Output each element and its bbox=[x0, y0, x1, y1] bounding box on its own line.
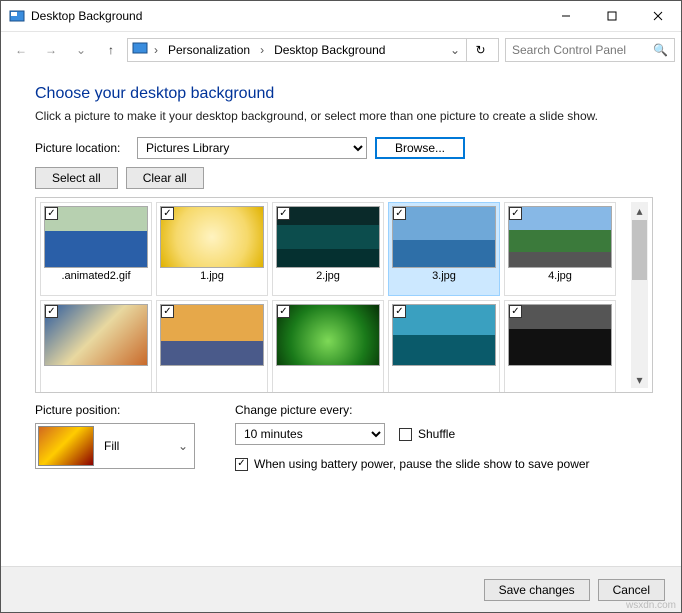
thumb-checkbox[interactable]: ✓ bbox=[509, 207, 522, 220]
thumb-caption: 2.jpg bbox=[276, 270, 380, 282]
thumb-caption: .animated2.gif bbox=[44, 270, 148, 282]
maximize-button[interactable] bbox=[589, 1, 635, 31]
thumb-checkbox[interactable]: ✓ bbox=[393, 305, 406, 318]
thumbnail-grid-container: ✓.animated2.gif✓1.jpg✓2.jpg✓3.jpg✓4.jpg✓… bbox=[35, 197, 653, 393]
thumbnail-item[interactable]: ✓ bbox=[40, 300, 152, 393]
app-icon bbox=[9, 8, 25, 24]
battery-label: When using battery power, pause the slid… bbox=[254, 457, 590, 471]
recent-dropdown[interactable]: ⌄ bbox=[67, 36, 95, 64]
thumb-checkbox[interactable]: ✓ bbox=[509, 305, 522, 318]
checkbox-icon: ✓ bbox=[235, 458, 248, 471]
content: Choose your desktop background Click a p… bbox=[1, 67, 681, 566]
thumb-caption: 1.jpg bbox=[160, 270, 264, 282]
picture-position-value: Fill bbox=[94, 439, 174, 453]
thumb-checkbox[interactable]: ✓ bbox=[45, 305, 58, 318]
thumb-image bbox=[276, 206, 380, 268]
thumbnail-grid: ✓.animated2.gif✓1.jpg✓2.jpg✓3.jpg✓4.jpg✓… bbox=[40, 202, 631, 388]
battery-checkbox[interactable]: ✓ When using battery power, pause the sl… bbox=[235, 457, 590, 471]
close-button[interactable] bbox=[635, 1, 681, 31]
thumbnail-item[interactable]: ✓ 3.jpg bbox=[388, 202, 500, 296]
thumbnail-item[interactable]: ✓ 1.jpg bbox=[156, 202, 268, 296]
chevron-down-icon: ⌄ bbox=[174, 439, 192, 453]
picture-location-label: Picture location: bbox=[35, 141, 129, 155]
window-title: Desktop Background bbox=[31, 9, 543, 23]
search-icon: 🔍 bbox=[653, 43, 668, 57]
picture-position-select[interactable]: Fill ⌄ bbox=[35, 423, 195, 469]
clear-all-button[interactable]: Clear all bbox=[126, 167, 204, 189]
scroll-thumb[interactable] bbox=[632, 220, 647, 280]
forward-button[interactable]: → bbox=[37, 36, 65, 64]
search-placeholder: Search Control Panel bbox=[512, 43, 626, 57]
watermark: wsxdn.com bbox=[626, 600, 676, 611]
up-button[interactable]: ↑ bbox=[97, 36, 125, 64]
position-preview-icon bbox=[38, 426, 94, 466]
scroll-up-button[interactable]: ▴ bbox=[631, 202, 648, 219]
window: Desktop Background ← → ⌄ ↑ › Personaliza… bbox=[0, 0, 682, 613]
thumbnail-item[interactable]: ✓ .animated2.gif bbox=[40, 202, 152, 296]
breadcrumb-seg-1[interactable]: Desktop Background bbox=[270, 43, 389, 57]
thumb-image bbox=[44, 206, 148, 268]
cancel-button[interactable]: Cancel bbox=[598, 579, 665, 601]
thumbnail-item[interactable]: ✓ 4.jpg bbox=[504, 202, 616, 296]
thumb-caption: 3.jpg bbox=[392, 270, 496, 282]
titlebar: Desktop Background bbox=[1, 1, 681, 31]
minimize-button[interactable] bbox=[543, 1, 589, 31]
address-bar[interactable]: › Personalization › Desktop Background ⌄… bbox=[127, 38, 499, 62]
picture-location-select[interactable]: Pictures Library bbox=[137, 137, 367, 159]
thumb-checkbox[interactable]: ✓ bbox=[393, 207, 406, 220]
thumb-caption: 4.jpg bbox=[508, 270, 612, 282]
thumb-checkbox[interactable]: ✓ bbox=[277, 207, 290, 220]
thumb-checkbox[interactable]: ✓ bbox=[45, 207, 58, 220]
thumb-image bbox=[160, 304, 264, 366]
change-every-select[interactable]: 10 minutes bbox=[235, 423, 385, 445]
search-input[interactable]: Search Control Panel 🔍 bbox=[505, 38, 675, 62]
back-button[interactable]: ← bbox=[7, 36, 35, 64]
thumb-checkbox[interactable]: ✓ bbox=[161, 207, 174, 220]
picture-position-label: Picture position: bbox=[35, 403, 195, 417]
checkbox-icon bbox=[399, 428, 412, 441]
change-every-label: Change picture every: bbox=[235, 403, 590, 417]
thumbnail-item[interactable]: ✓ bbox=[272, 300, 384, 393]
chevron-right-icon: › bbox=[258, 43, 266, 57]
thumbnail-item[interactable]: ✓ bbox=[388, 300, 500, 393]
thumb-image bbox=[392, 206, 496, 268]
thumb-checkbox[interactable]: ✓ bbox=[161, 305, 174, 318]
thumb-image bbox=[508, 206, 612, 268]
page-heading: Choose your desktop background bbox=[35, 85, 653, 103]
thumb-checkbox[interactable]: ✓ bbox=[277, 305, 290, 318]
refresh-button[interactable]: ↻ bbox=[466, 38, 494, 62]
shuffle-checkbox[interactable]: Shuffle bbox=[399, 427, 455, 441]
page-description: Click a picture to make it your desktop … bbox=[35, 109, 653, 123]
thumbnail-item[interactable]: ✓ bbox=[504, 300, 616, 393]
scrollbar[interactable]: ▴ ▾ bbox=[631, 202, 648, 388]
thumbnail-item[interactable]: ✓ 2.jpg bbox=[272, 202, 384, 296]
scroll-down-button[interactable]: ▾ bbox=[631, 371, 648, 388]
thumbnail-item[interactable]: ✓ bbox=[156, 300, 268, 393]
thumb-image bbox=[508, 304, 612, 366]
breadcrumb-seg-0[interactable]: Personalization bbox=[164, 43, 254, 57]
footer: Save changes Cancel bbox=[1, 566, 681, 612]
shuffle-label: Shuffle bbox=[418, 427, 455, 441]
thumb-image bbox=[276, 304, 380, 366]
thumb-image bbox=[44, 304, 148, 366]
history-dropdown[interactable]: ⌄ bbox=[448, 43, 462, 57]
thumb-image bbox=[160, 206, 264, 268]
select-all-button[interactable]: Select all bbox=[35, 167, 118, 189]
control-panel-icon bbox=[132, 40, 148, 59]
save-changes-button[interactable]: Save changes bbox=[484, 579, 590, 601]
thumb-image bbox=[392, 304, 496, 366]
browse-button[interactable]: Browse... bbox=[375, 137, 465, 159]
navbar: ← → ⌄ ↑ › Personalization › Desktop Back… bbox=[1, 31, 681, 67]
chevron-right-icon: › bbox=[152, 43, 160, 57]
